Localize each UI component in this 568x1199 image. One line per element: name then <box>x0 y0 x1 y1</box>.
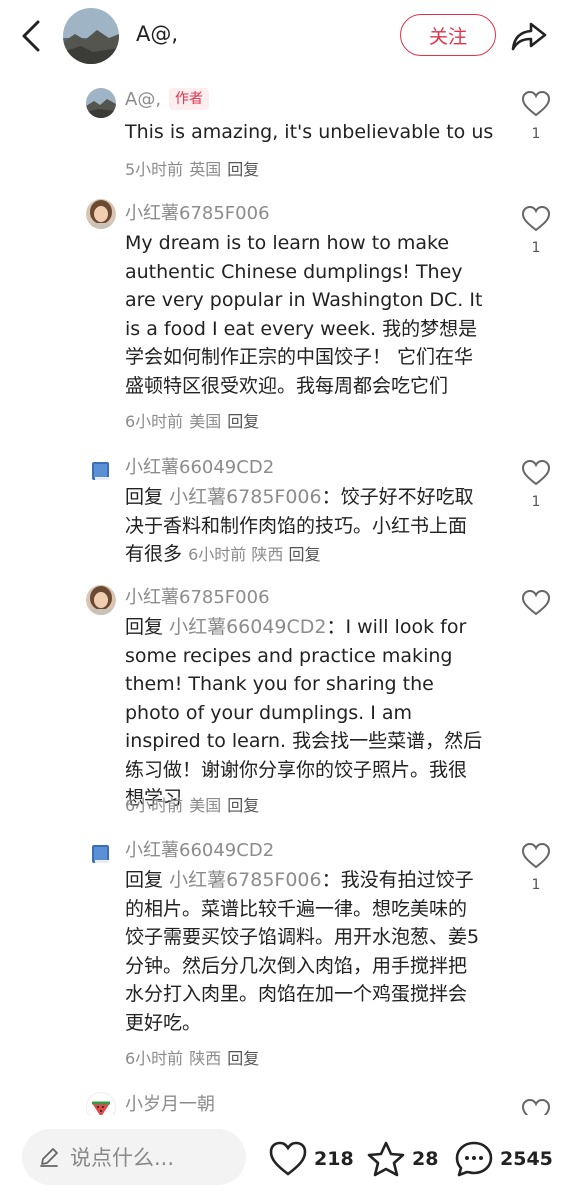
comment-time: 5小时前 <box>125 160 184 179</box>
reply-button[interactable]: 回复 <box>227 160 259 179</box>
comment-text[interactable]: 回复 小红薯66049CD2：I will look for some reci… <box>125 613 485 813</box>
commenter-avatar[interactable] <box>86 88 116 118</box>
star-icon <box>367 1141 405 1177</box>
like-button[interactable] <box>521 1098 551 1115</box>
commenter-avatar[interactable] <box>86 585 116 615</box>
comment-location: 美国 <box>189 796 222 815</box>
commenter-avatar[interactable] <box>86 199 116 229</box>
bottom-bar: 说点什么... 218 28 2545 <box>0 1115 568 1199</box>
comment-input[interactable]: 说点什么... <box>22 1129 246 1185</box>
heart-icon <box>521 1098 551 1115</box>
reply-target-name[interactable]: 小红薯66049CD2 <box>169 616 326 638</box>
like-count: 1 <box>531 126 541 142</box>
reply-target-name[interactable]: 小红薯6785F006 <box>169 486 322 508</box>
commenter-name[interactable]: A@, 作者 <box>125 88 210 110</box>
comment-count-button[interactable]: 2545 <box>454 1139 553 1179</box>
reply-target-name[interactable]: 小红薯6785F006 <box>169 869 322 891</box>
reply-prefix: 回复 <box>125 616 164 638</box>
heart-icon <box>521 459 551 486</box>
book-icon <box>92 462 109 480</box>
commenter-avatar[interactable] <box>86 455 116 485</box>
comment-text[interactable]: This is amazing, it's unbelievable to us <box>125 118 505 147</box>
like-button[interactable] <box>521 205 551 233</box>
like-count: 218 <box>314 1148 354 1170</box>
comment-time: 6小时前 <box>125 412 184 431</box>
favorite-count: 28 <box>412 1148 439 1170</box>
comment-body: ：我没有拍过饺子的相片。菜谱比较千遍一律。想吃美味的饺子需要买饺子馅调料。用开水… <box>125 869 480 1034</box>
comment-text[interactable]: 回复 小红薯6785F006：饺子好不好吃取决于香料和制作肉馅的技巧。小红书上面… <box>125 483 485 570</box>
like-count: 1 <box>531 240 541 256</box>
top-bar: A@, 关注 <box>0 0 568 72</box>
chat-bubble-icon <box>455 1141 493 1177</box>
reply-button[interactable]: 回复 <box>227 796 259 815</box>
commenter-name[interactable]: 小红薯6785F006 <box>125 199 270 225</box>
comment-meta: 6小时前 美国 回复 <box>125 792 259 816</box>
reply-button[interactable]: 回复 <box>227 1049 259 1068</box>
comment-meta: 6小时前 陕西 回复 <box>125 1045 259 1069</box>
book-icon <box>92 845 109 863</box>
like-count: 1 <box>531 877 541 893</box>
watermelon-icon <box>92 1101 110 1115</box>
comment-location: 美国 <box>189 412 222 431</box>
reply-button[interactable]: 回复 <box>227 412 259 431</box>
comment-input-placeholder: 说点什么... <box>70 1146 175 1170</box>
comment-location: 陕西 <box>189 1049 222 1068</box>
follow-button[interactable]: 关注 <box>400 14 496 56</box>
share-icon <box>511 22 547 51</box>
comment-meta: 5小时前 英国 回复 <box>125 156 259 180</box>
pencil-icon <box>40 1148 58 1167</box>
comment-meta: 6小时前 美国 回复 <box>125 408 259 432</box>
like-count: 1 <box>531 494 541 510</box>
reply-button[interactable]: 回复 <box>288 545 320 564</box>
comment-time: 6小时前 <box>125 1049 184 1068</box>
commenter-name-text: A@, <box>125 89 162 110</box>
like-button[interactable] <box>521 589 551 617</box>
back-arrow-icon <box>22 20 40 52</box>
like-button[interactable] <box>521 459 551 487</box>
commenter-name[interactable]: 小红薯6785F006 <box>125 583 270 609</box>
comment-time: 6小时前 <box>188 545 247 564</box>
heart-icon <box>521 205 551 232</box>
back-button[interactable] <box>16 18 48 54</box>
heart-icon <box>269 1141 307 1176</box>
reply-prefix: 回复 <box>125 869 164 891</box>
heart-icon <box>521 842 551 869</box>
comment-location: 英国 <box>189 160 222 179</box>
heart-icon <box>521 589 551 616</box>
reply-prefix: 回复 <box>125 486 164 508</box>
author-name[interactable]: A@, <box>136 22 178 46</box>
commenter-name[interactable]: 小红薯66049CD2 <box>125 453 274 479</box>
commenter-avatar[interactable] <box>86 838 116 868</box>
share-button[interactable] <box>510 18 548 54</box>
author-avatar[interactable] <box>63 8 119 64</box>
comment-meta: 6小时前 陕西 回复 <box>188 545 320 564</box>
favorite-button[interactable]: 28 <box>366 1139 438 1179</box>
comment-text[interactable]: My dream is to learn how to make authent… <box>125 229 485 400</box>
comment-text[interactable]: 回复 小红薯6785F006：我没有拍过饺子的相片。菜谱比较千遍一律。想吃美味的… <box>125 866 485 1037</box>
like-button[interactable] <box>521 842 551 870</box>
like-button[interactable] <box>521 90 551 118</box>
comment-location: 陕西 <box>251 545 284 564</box>
like-post-button[interactable]: 218 <box>268 1139 354 1179</box>
author-badge: 作者 <box>169 88 210 110</box>
heart-icon <box>521 90 551 117</box>
comment-body: ：I will look for some recipes and practi… <box>125 616 483 809</box>
comment-time: 6小时前 <box>125 796 184 815</box>
comment-list[interactable]: A@, 作者 This is amazing, it's unbelievable… <box>0 72 568 1115</box>
commenter-name[interactable]: 小岁月一朝 <box>125 1090 215 1115</box>
comment-count: 2545 <box>500 1148 553 1170</box>
commenter-avatar[interactable] <box>86 1092 116 1115</box>
commenter-name[interactable]: 小红薯66049CD2 <box>125 836 274 862</box>
